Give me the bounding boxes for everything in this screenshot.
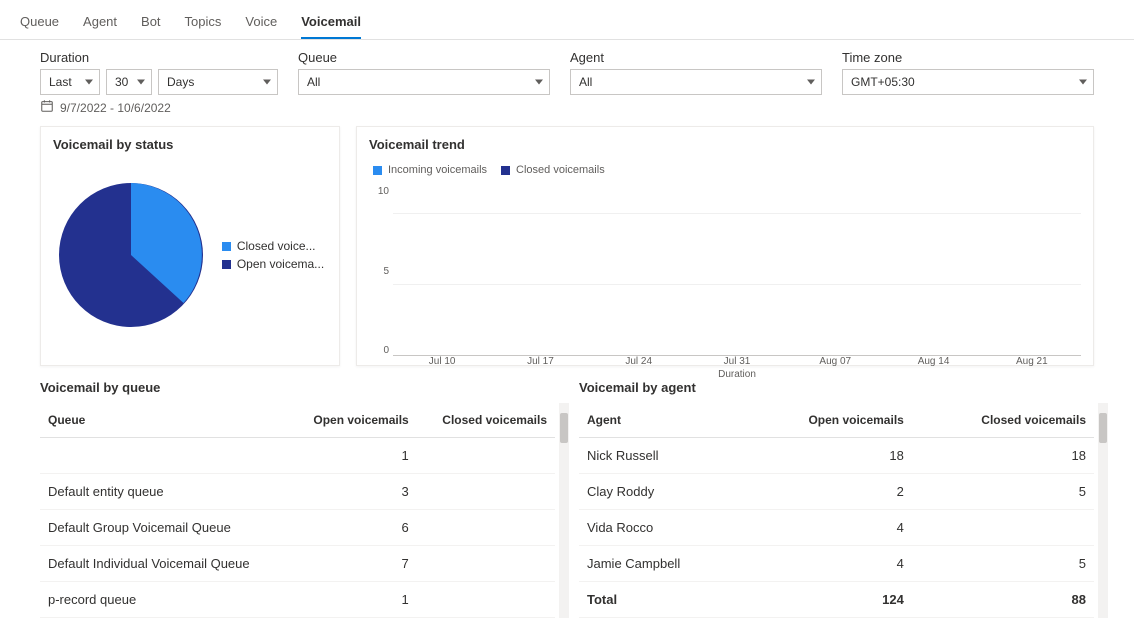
tz-select[interactable]: GMT+05:30 xyxy=(842,69,1094,95)
trend-chart: 10 5 0 xyxy=(369,186,1081,356)
table-row[interactable]: Jamie Campbell45 xyxy=(579,546,1094,582)
legend-open: Open voicema... xyxy=(222,257,324,271)
tab-topics[interactable]: Topics xyxy=(185,8,222,39)
table-row[interactable]: 1 xyxy=(40,438,555,474)
trend-bars xyxy=(393,186,1081,356)
tab-voice[interactable]: Voice xyxy=(245,8,277,39)
queue-col-open[interactable]: Open voicemails xyxy=(289,403,417,438)
queue-select[interactable]: All xyxy=(298,69,550,95)
agent-scrollbar[interactable] xyxy=(1098,403,1108,618)
trend-xaxis: Jul 10Jul 17Jul 24Jul 31Aug 07Aug 14Aug … xyxy=(393,356,1081,367)
agent-table-title: Voicemail by agent xyxy=(579,380,1094,395)
table-row[interactable]: Default entity queue3 xyxy=(40,474,555,510)
trend-card-title: Voicemail trend xyxy=(369,137,1081,152)
queue-table-title: Voicemail by queue xyxy=(40,380,555,395)
swatch-closed2-icon xyxy=(501,166,510,175)
tab-voicemail[interactable]: Voicemail xyxy=(301,8,361,39)
swatch-closed-icon xyxy=(222,242,231,251)
trend-xlabel: Duration xyxy=(393,369,1081,380)
trend-legend: Incoming voicemails Closed voicemails xyxy=(373,160,1081,180)
agent-table: Agent Open voicemails Closed voicemails … xyxy=(579,403,1094,618)
date-range-row: 9/7/2022 - 10/6/2022 xyxy=(0,95,1134,126)
duration-unit-select[interactable]: Days xyxy=(158,69,278,95)
agent-col-agent[interactable]: Agent xyxy=(579,403,744,438)
queue-table: Queue Open voicemails Closed voicemails … xyxy=(40,403,555,618)
table-row[interactable]: Vida Rocco4 xyxy=(579,510,1094,546)
trend-yaxis: 10 5 0 xyxy=(369,186,393,356)
duration-value-select[interactable]: 30 xyxy=(106,69,152,95)
filter-queue: Queue All xyxy=(298,50,550,95)
tz-filter-label: Time zone xyxy=(842,50,1094,65)
tab-bot[interactable]: Bot xyxy=(141,8,161,39)
agent-total-row: Total 124 88 xyxy=(579,582,1094,618)
agent-col-closed[interactable]: Closed voicemails xyxy=(912,403,1094,438)
filters-row: Duration Last 30 Days Queue All Agent Al… xyxy=(0,40,1134,95)
table-row[interactable]: Nick Russell1818 xyxy=(579,438,1094,474)
tab-agent[interactable]: Agent xyxy=(83,8,117,39)
queue-col-queue[interactable]: Queue xyxy=(40,403,289,438)
swatch-incoming-icon xyxy=(373,166,382,175)
status-legend: Closed voice... Open voicema... xyxy=(222,235,324,275)
filter-timezone: Time zone GMT+05:30 xyxy=(842,50,1094,95)
legend-closed: Closed voice... xyxy=(222,239,324,253)
voicemail-status-card: Voicemail by status Closed voice... Open… xyxy=(40,126,340,366)
duration-mode-select[interactable]: Last xyxy=(40,69,100,95)
date-range-text: 9/7/2022 - 10/6/2022 xyxy=(60,101,171,115)
queue-filter-label: Queue xyxy=(298,50,550,65)
status-card-title: Voicemail by status xyxy=(53,137,327,152)
filter-agent: Agent All xyxy=(570,50,822,95)
duration-label: Duration xyxy=(40,50,278,65)
swatch-open-icon xyxy=(222,260,231,269)
agent-col-open[interactable]: Open voicemails xyxy=(744,403,912,438)
tab-queue[interactable]: Queue xyxy=(20,8,59,39)
table-row[interactable]: Default Individual Voicemail Queue7 xyxy=(40,546,555,582)
queue-col-closed[interactable]: Closed voicemails xyxy=(417,403,555,438)
agent-select[interactable]: All xyxy=(570,69,822,95)
status-pie-chart xyxy=(56,180,206,330)
tabs-bar: Queue Agent Bot Topics Voice Voicemail xyxy=(0,0,1134,40)
queue-scrollbar[interactable] xyxy=(559,403,569,618)
table-row[interactable]: Default Group Voicemail Queue6 xyxy=(40,510,555,546)
voicemail-trend-card: Voicemail trend Incoming voicemails Clos… xyxy=(356,126,1094,366)
table-row[interactable]: Clay Roddy25 xyxy=(579,474,1094,510)
filter-duration: Duration Last 30 Days xyxy=(40,50,278,95)
voicemail-by-queue-card: Voicemail by queue Queue Open voicemails… xyxy=(40,380,555,618)
calendar-icon xyxy=(40,99,54,116)
table-row[interactable]: p-record queue1 xyxy=(40,582,555,618)
voicemail-by-agent-card: Voicemail by agent Agent Open voicemails… xyxy=(579,380,1094,618)
agent-filter-label: Agent xyxy=(570,50,822,65)
